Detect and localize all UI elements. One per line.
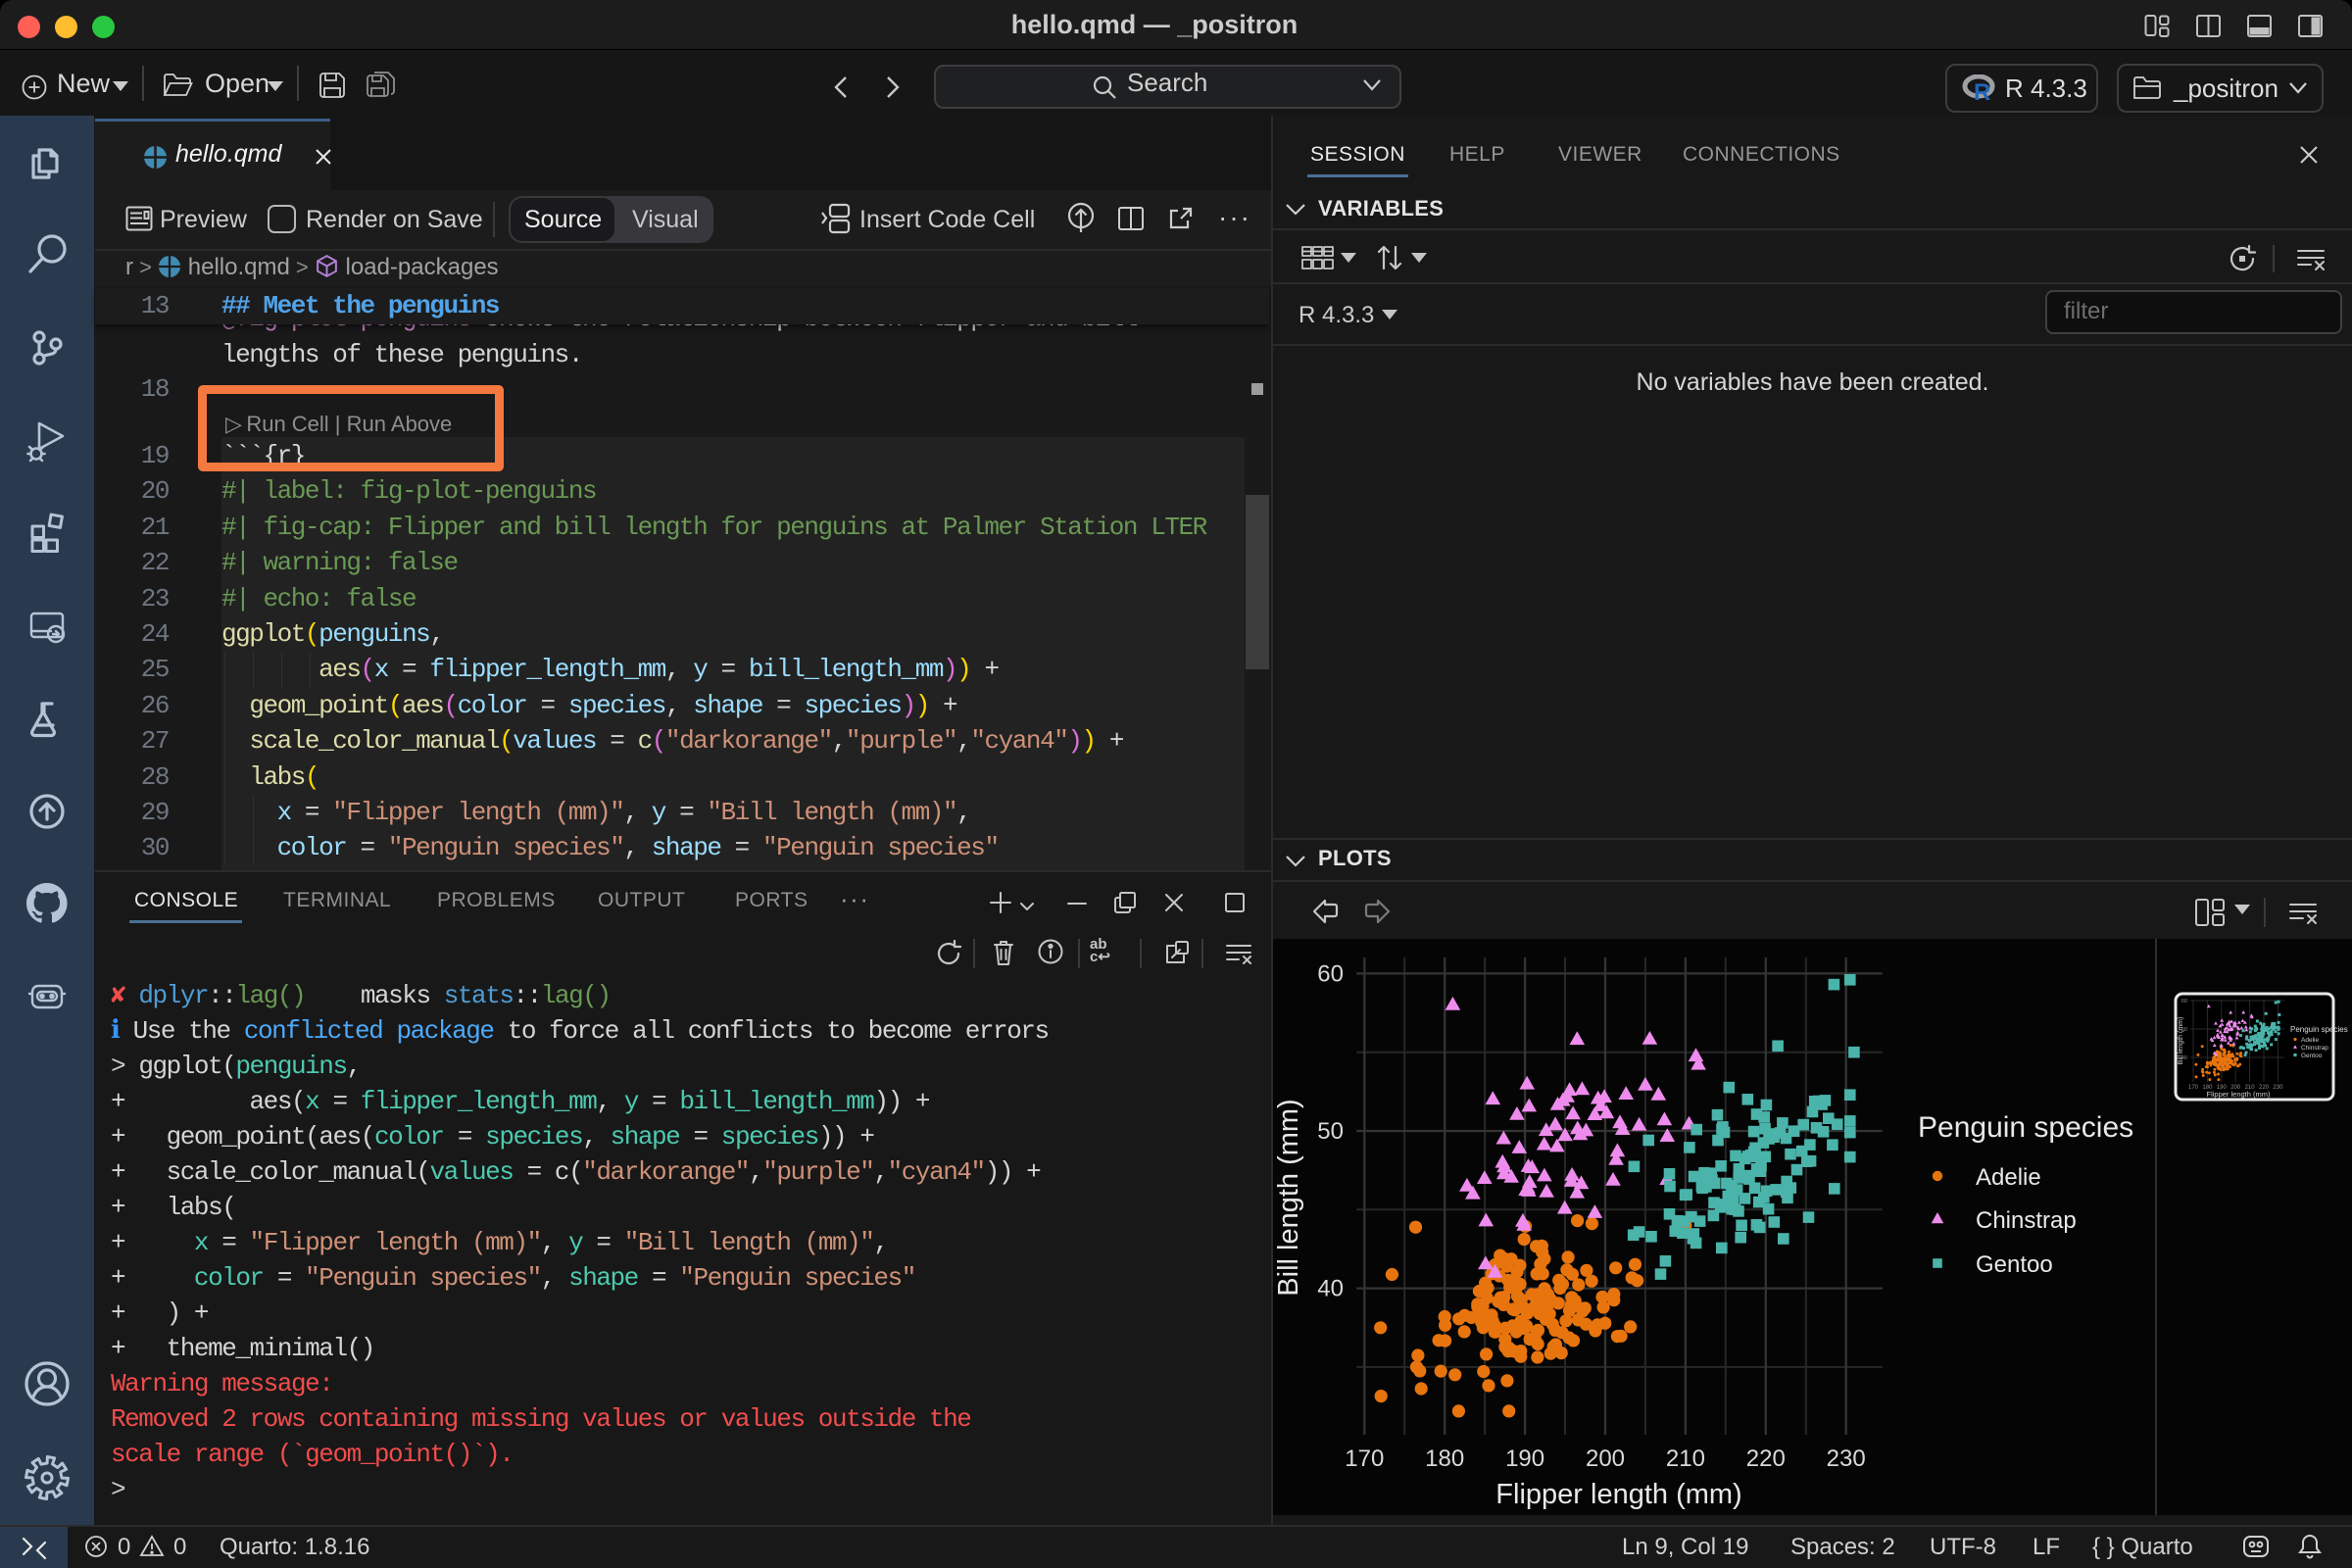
svg-text:230: 230 bbox=[1827, 1446, 1866, 1472]
svg-text:50: 50 bbox=[1317, 1118, 1344, 1145]
svg-text:200: 200 bbox=[1586, 1446, 1625, 1472]
svg-text:220: 220 bbox=[1746, 1446, 1786, 1472]
svg-text:210: 210 bbox=[1666, 1446, 1705, 1472]
svg-text:230: 230 bbox=[2273, 1085, 2283, 1091]
svg-text:R: R bbox=[1974, 79, 1990, 102]
svg-text:Penguin species: Penguin species bbox=[1918, 1111, 2133, 1144]
svg-text:Bill length (mm): Bill length (mm) bbox=[1273, 1099, 1304, 1296]
svg-text:Flipper length (mm): Flipper length (mm) bbox=[2206, 1090, 2271, 1099]
svg-text:Adelie: Adelie bbox=[1976, 1164, 2041, 1191]
svg-text:Gentoo: Gentoo bbox=[1976, 1251, 2053, 1278]
svg-text:Chinstrap: Chinstrap bbox=[2301, 1045, 2328, 1052]
svg-text:Flipper length (mm): Flipper length (mm) bbox=[1495, 1479, 1741, 1510]
svg-text:Chinstrap: Chinstrap bbox=[1976, 1207, 2077, 1234]
svg-text:60: 60 bbox=[2181, 999, 2187, 1004]
svg-text:180: 180 bbox=[1425, 1446, 1464, 1472]
svg-text:Gentoo: Gentoo bbox=[2301, 1053, 2323, 1059]
svg-text:190: 190 bbox=[1505, 1446, 1544, 1472]
svg-text:60: 60 bbox=[1317, 960, 1344, 987]
svg-text:170: 170 bbox=[1345, 1446, 1384, 1472]
svg-text:Adelie: Adelie bbox=[2301, 1037, 2319, 1044]
svg-text:40: 40 bbox=[1317, 1276, 1344, 1302]
svg-text:170: 170 bbox=[2188, 1085, 2199, 1091]
svg-text:Penguin species: Penguin species bbox=[2290, 1025, 2348, 1034]
svg-text:Bill length (mm): Bill length (mm) bbox=[2178, 1017, 2184, 1065]
